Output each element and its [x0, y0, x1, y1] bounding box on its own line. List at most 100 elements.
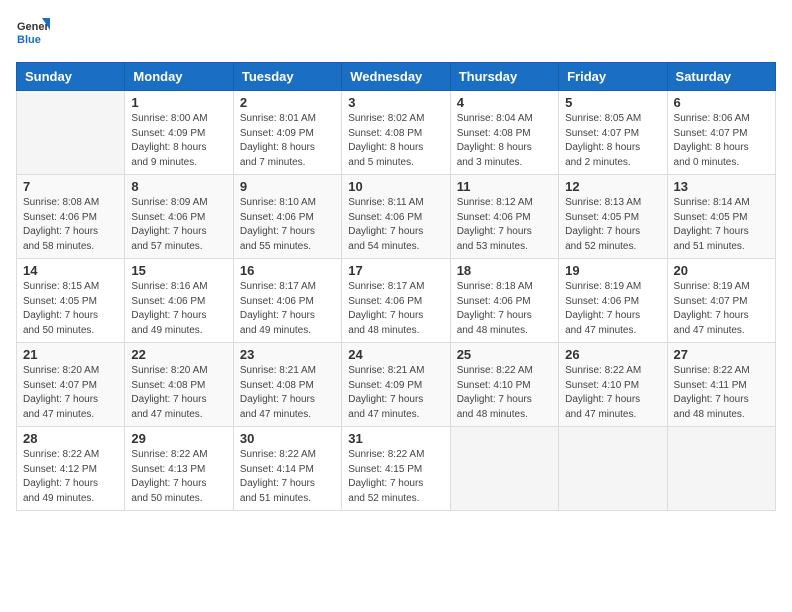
week-row-1: 1Sunrise: 8:00 AMSunset: 4:09 PMDaylight…: [17, 91, 776, 175]
day-info: Sunrise: 8:06 AMSunset: 4:07 PMDaylight:…: [674, 112, 769, 170]
calendar-cell: 26 Sunrise: 8:22 AMSunset: 4:10 PMDayligh…: [559, 343, 667, 427]
day-info: Sunrise: 8:22 AMSunset: 4:12 PMDaylight:…: [23, 448, 118, 506]
week-row-2: 7 Sunrise: 8:08 AMSunset: 4:06 PMDaylight…: [17, 175, 776, 259]
day-number: 28: [23, 431, 118, 446]
day-number: 18: [457, 263, 552, 278]
day-info: Sunrise: 8:11 AMSunset: 4:06 PMDaylight:…: [348, 196, 443, 254]
weekday-tuesday: Tuesday: [233, 63, 341, 91]
day-info: Sunrise: 8:00 AMSunset: 4:09 PMDaylight:…: [131, 112, 226, 170]
day-number: 10: [348, 179, 443, 194]
day-info: Sunrise: 8:22 AMSunset: 4:15 PMDaylight:…: [348, 448, 443, 506]
day-info: Sunrise: 8:17 AMSunset: 4:06 PMDaylight:…: [240, 280, 335, 338]
weekday-friday: Friday: [559, 63, 667, 91]
logo: General Blue: [16, 16, 50, 50]
weekday-header: SundayMondayTuesdayWednesdayThursdayFrid…: [17, 63, 776, 91]
calendar-cell: 29Sunrise: 8:22 AMSunset: 4:13 PMDayligh…: [125, 427, 233, 511]
calendar-cell: 28 Sunrise: 8:22 AMSunset: 4:12 PMDayligh…: [17, 427, 125, 511]
svg-text:General: General: [17, 21, 50, 33]
svg-text:Blue: Blue: [17, 34, 41, 46]
weekday-saturday: Saturday: [667, 63, 775, 91]
day-info: Sunrise: 8:14 AMSunset: 4:05 PMDaylight:…: [674, 196, 769, 254]
calendar-cell: [17, 91, 125, 175]
day-number: 11: [457, 179, 552, 194]
day-info: Sunrise: 8:05 AMSunset: 4:07 PMDaylight:…: [565, 112, 660, 170]
day-number: 6: [674, 95, 769, 110]
day-number: 20: [674, 263, 769, 278]
day-info: Sunrise: 8:22 AMSunset: 4:11 PMDaylight:…: [674, 364, 769, 422]
calendar-cell: 2Sunrise: 8:01 AMSunset: 4:09 PMDaylight…: [233, 91, 341, 175]
calendar-cell: [450, 427, 558, 511]
day-number: 3: [348, 95, 443, 110]
day-number: 26: [565, 347, 660, 362]
day-info: Sunrise: 8:19 AMSunset: 4:07 PMDaylight:…: [674, 280, 769, 338]
calendar-cell: 11 Sunrise: 8:12 AMSunset: 4:06 PMDayligh…: [450, 175, 558, 259]
day-number: 5: [565, 95, 660, 110]
day-number: 13: [674, 179, 769, 194]
day-info: Sunrise: 8:12 AMSunset: 4:06 PMDaylight:…: [457, 196, 552, 254]
calendar-cell: 6 Sunrise: 8:06 AMSunset: 4:07 PMDaylight…: [667, 91, 775, 175]
day-info: Sunrise: 8:22 AMSunset: 4:10 PMDaylight:…: [565, 364, 660, 422]
logo-container: General Blue: [16, 16, 50, 50]
weekday-monday: Monday: [125, 63, 233, 91]
day-number: 8: [131, 179, 226, 194]
day-number: 17: [348, 263, 443, 278]
day-number: 27: [674, 347, 769, 362]
day-number: 24: [348, 347, 443, 362]
calendar-cell: 25 Sunrise: 8:22 AMSunset: 4:10 PMDayligh…: [450, 343, 558, 427]
day-number: 23: [240, 347, 335, 362]
day-number: 19: [565, 263, 660, 278]
day-number: 25: [457, 347, 552, 362]
calendar-cell: 9 Sunrise: 8:10 AMSunset: 4:06 PMDaylight…: [233, 175, 341, 259]
calendar-cell: 8 Sunrise: 8:09 AMSunset: 4:06 PMDaylight…: [125, 175, 233, 259]
day-number: 15: [131, 263, 226, 278]
day-number: 12: [565, 179, 660, 194]
day-number: 31: [348, 431, 443, 446]
calendar-cell: 5 Sunrise: 8:05 AMSunset: 4:07 PMDaylight…: [559, 91, 667, 175]
calendar-cell: 15 Sunrise: 8:16 AMSunset: 4:06 PMDayligh…: [125, 259, 233, 343]
calendar-cell: 16Sunrise: 8:17 AMSunset: 4:06 PMDayligh…: [233, 259, 341, 343]
day-info: Sunrise: 8:04 AMSunset: 4:08 PMDaylight:…: [457, 112, 552, 170]
weekday-wednesday: Wednesday: [342, 63, 450, 91]
day-number: 4: [457, 95, 552, 110]
calendar-cell: 18 Sunrise: 8:18 AMSunset: 4:06 PMDayligh…: [450, 259, 558, 343]
week-row-3: 14 Sunrise: 8:15 AMSunset: 4:05 PMDayligh…: [17, 259, 776, 343]
calendar-cell: 10 Sunrise: 8:11 AMSunset: 4:06 PMDayligh…: [342, 175, 450, 259]
calendar-cell: 20 Sunrise: 8:19 AMSunset: 4:07 PMDayligh…: [667, 259, 775, 343]
calendar-cell: 12 Sunrise: 8:13 AMSunset: 4:05 PMDayligh…: [559, 175, 667, 259]
day-info: Sunrise: 8:22 AMSunset: 4:10 PMDaylight:…: [457, 364, 552, 422]
day-number: 29: [131, 431, 226, 446]
day-info: Sunrise: 8:21 AMSunset: 4:09 PMDaylight:…: [348, 364, 443, 422]
day-info: Sunrise: 8:08 AMSunset: 4:06 PMDaylight:…: [23, 196, 118, 254]
calendar-cell: 13 Sunrise: 8:14 AMSunset: 4:05 PMDayligh…: [667, 175, 775, 259]
day-info: Sunrise: 8:10 AMSunset: 4:06 PMDaylight:…: [240, 196, 335, 254]
calendar-cell: 1Sunrise: 8:00 AMSunset: 4:09 PMDaylight…: [125, 91, 233, 175]
day-number: 21: [23, 347, 118, 362]
calendar-cell: 19 Sunrise: 8:19 AMSunset: 4:06 PMDayligh…: [559, 259, 667, 343]
calendar-cell: 17 Sunrise: 8:17 AMSunset: 4:06 PMDayligh…: [342, 259, 450, 343]
day-info: Sunrise: 8:19 AMSunset: 4:06 PMDaylight:…: [565, 280, 660, 338]
calendar-cell: 7 Sunrise: 8:08 AMSunset: 4:06 PMDaylight…: [17, 175, 125, 259]
calendar: SundayMondayTuesdayWednesdayThursdayFrid…: [16, 62, 776, 511]
calendar-cell: 30Sunrise: 8:22 AMSunset: 4:14 PMDayligh…: [233, 427, 341, 511]
day-info: Sunrise: 8:18 AMSunset: 4:06 PMDaylight:…: [457, 280, 552, 338]
day-info: Sunrise: 8:17 AMSunset: 4:06 PMDaylight:…: [348, 280, 443, 338]
day-number: 22: [131, 347, 226, 362]
day-number: 7: [23, 179, 118, 194]
weekday-sunday: Sunday: [17, 63, 125, 91]
calendar-cell: 3 Sunrise: 8:02 AMSunset: 4:08 PMDaylight…: [342, 91, 450, 175]
day-info: Sunrise: 8:09 AMSunset: 4:06 PMDaylight:…: [131, 196, 226, 254]
day-info: Sunrise: 8:02 AMSunset: 4:08 PMDaylight:…: [348, 112, 443, 170]
day-info: Sunrise: 8:21 AMSunset: 4:08 PMDaylight:…: [240, 364, 335, 422]
calendar-cell: 31 Sunrise: 8:22 AMSunset: 4:15 PMDayligh…: [342, 427, 450, 511]
page-header: General Blue: [16, 16, 776, 50]
day-info: Sunrise: 8:15 AMSunset: 4:05 PMDaylight:…: [23, 280, 118, 338]
day-number: 9: [240, 179, 335, 194]
calendar-cell: 4 Sunrise: 8:04 AMSunset: 4:08 PMDaylight…: [450, 91, 558, 175]
day-info: Sunrise: 8:20 AMSunset: 4:08 PMDaylight:…: [131, 364, 226, 422]
week-row-4: 21Sunrise: 8:20 AMSunset: 4:07 PMDayligh…: [17, 343, 776, 427]
day-info: Sunrise: 8:13 AMSunset: 4:05 PMDaylight:…: [565, 196, 660, 254]
calendar-cell: 27 Sunrise: 8:22 AMSunset: 4:11 PMDayligh…: [667, 343, 775, 427]
day-info: Sunrise: 8:16 AMSunset: 4:06 PMDaylight:…: [131, 280, 226, 338]
day-number: 14: [23, 263, 118, 278]
day-info: Sunrise: 8:22 AMSunset: 4:14 PMDaylight:…: [240, 448, 335, 506]
